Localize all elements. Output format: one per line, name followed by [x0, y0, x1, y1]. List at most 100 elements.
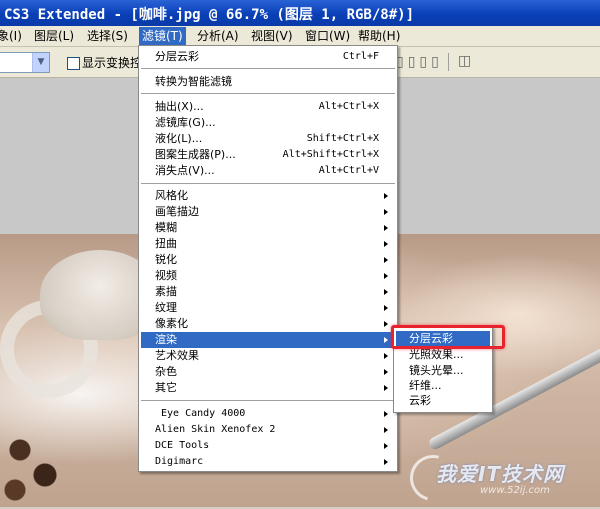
toolbar-divider — [448, 53, 449, 71]
menu-item-artistic[interactable]: 艺术效果 — [141, 348, 395, 364]
menu-item-label: 转换为智能滤镜 — [155, 75, 232, 88]
coffee-beans-shape — [0, 430, 70, 507]
submenu-arrow-icon — [384, 337, 388, 343]
menu-item-label: 杂色 — [155, 365, 177, 378]
menu-item-label: 风格化 — [155, 189, 188, 202]
menu-item-sketch[interactable]: 素描 — [141, 284, 395, 300]
submenu-arrow-icon — [384, 209, 388, 215]
submenu-arrow-icon — [384, 225, 388, 231]
menu-item-convert-smart-filter[interactable]: 转换为智能滤镜 — [141, 74, 395, 90]
menu-item-label: 视频 — [155, 269, 177, 282]
menu-item-label: 纹理 — [155, 301, 177, 314]
menu-item-label: 像素化 — [155, 317, 188, 330]
menu-item-label: 云彩 — [409, 394, 431, 407]
menu-item-filter-gallery[interactable]: 滤镜库(G)... — [141, 115, 395, 131]
align-icons[interactable]: ▯▯▯▯ — [396, 54, 443, 70]
menu-item-label: 光照效果... — [409, 348, 464, 361]
menu-item-liquify[interactable]: 液化(L)... Shift+Ctrl+X — [141, 131, 395, 147]
window-title: CS3 Extended - [咖啡.jpg @ 66.7% (图层 1, RG… — [4, 7, 415, 23]
tool-preset-dropdown[interactable]: ▼ — [0, 52, 50, 73]
submenu-item-fibers[interactable]: 纤维... — [396, 378, 490, 394]
menu-item-shortcut: Alt+Shift+Ctrl+X — [282, 149, 379, 160]
menu-item-shortcut: Alt+Ctrl+X — [318, 101, 379, 112]
menu-item-label: 液化(L)... — [155, 132, 203, 145]
menu-view[interactable]: 视图(V) — [248, 27, 296, 45]
submenu-arrow-icon — [384, 459, 388, 465]
filter-menu: 分层云彩 Ctrl+F 转换为智能滤镜 抽出(X)... Alt+Ctrl+X … — [138, 45, 398, 472]
menu-item-label: Eye Candy 4000 — [161, 408, 246, 419]
submenu-arrow-icon — [384, 369, 388, 375]
menu-item-label: 分层云彩 — [155, 50, 199, 63]
menu-item-stylize[interactable]: 风格化 — [141, 188, 395, 204]
submenu-arrow-icon — [384, 443, 388, 449]
chevron-down-icon[interactable]: ▼ — [32, 53, 49, 72]
menu-window[interactable]: 窗口(W) — [302, 27, 353, 45]
menu-item-brush-strokes[interactable]: 画笔描边 — [141, 204, 395, 220]
menu-item-label: 艺术效果 — [155, 349, 199, 362]
menu-item-extract[interactable]: 抽出(X)... Alt+Ctrl+X — [141, 99, 395, 115]
menu-item-label: 其它 — [155, 381, 177, 394]
menu-bar: 象(I) 图层(L) 选择(S) 滤镜(T) 分析(A) 视图(V) 窗口(W)… — [0, 26, 600, 47]
menu-item-noise[interactable]: 杂色 — [141, 364, 395, 380]
menu-item-video[interactable]: 视频 — [141, 268, 395, 284]
menu-item-label: 消失点(V)... — [155, 164, 215, 177]
menu-analysis[interactable]: 分析(A) — [194, 27, 242, 45]
menu-image[interactable]: 象(I) — [0, 27, 25, 45]
menu-filter[interactable]: 滤镜(T) — [139, 27, 186, 45]
auto-align-icon[interactable]: ◫ — [458, 53, 471, 69]
menu-item-sharpen[interactable]: 锐化 — [141, 252, 395, 268]
menu-item-blur[interactable]: 模糊 — [141, 220, 395, 236]
menu-item-distort[interactable]: 扭曲 — [141, 236, 395, 252]
menu-separator — [141, 68, 395, 69]
menu-item-label: 素描 — [155, 285, 177, 298]
menu-help[interactable]: 帮助(H) — [355, 27, 403, 45]
menu-separator — [141, 183, 395, 184]
submenu-item-clouds[interactable]: 云彩 — [396, 393, 490, 409]
menu-item-xenofex[interactable]: Alien Skin Xenofex 2 — [141, 422, 395, 438]
menu-item-eye-candy[interactable]: Eye Candy 4000 — [141, 406, 395, 422]
menu-item-label: 滤镜库(G)... — [155, 116, 216, 129]
submenu-arrow-icon — [384, 289, 388, 295]
submenu-arrow-icon — [384, 241, 388, 247]
menu-item-texture[interactable]: 纹理 — [141, 300, 395, 316]
menu-item-label: 抽出(X)... — [155, 100, 204, 113]
menu-item-label: DCE Tools — [155, 440, 210, 451]
menu-item-label: 图案生成器(P)... — [155, 148, 236, 161]
menu-item-shortcut: Ctrl+F — [342, 51, 379, 62]
watermark: 我爱IT技术网 www.52ij.com — [401, 446, 600, 509]
submenu-arrow-icon — [384, 353, 388, 359]
menu-item-pattern-maker[interactable]: 图案生成器(P)... Alt+Shift+Ctrl+X — [141, 147, 395, 163]
submenu-arrow-icon — [384, 305, 388, 311]
menu-item-label: 渲染 — [155, 333, 177, 346]
menu-separator — [141, 400, 395, 401]
submenu-arrow-icon — [384, 273, 388, 279]
menu-item-digimarc[interactable]: Digimarc — [141, 454, 395, 470]
submenu-arrow-icon — [384, 321, 388, 327]
menu-item-label: 模糊 — [155, 221, 177, 234]
menu-item-dce-tools[interactable]: DCE Tools — [141, 438, 395, 454]
submenu-arrow-icon — [384, 385, 388, 391]
menu-item-shortcut: Alt+Ctrl+V — [318, 165, 379, 176]
menu-separator — [141, 93, 395, 94]
watermark-url: www.52ij.com — [480, 485, 550, 496]
submenu-item-lens-flare[interactable]: 镜头光晕... — [396, 363, 490, 379]
menu-item-label: 纤维... — [409, 379, 442, 392]
menu-item-vanishing-point[interactable]: 消失点(V)... Alt+Ctrl+V — [141, 163, 395, 179]
menu-item-pixelate[interactable]: 像素化 — [141, 316, 395, 332]
show-transform-checkbox[interactable] — [67, 57, 80, 70]
menu-layer[interactable]: 图层(L) — [31, 27, 77, 45]
submenu-arrow-icon — [384, 193, 388, 199]
menu-item-label: 扭曲 — [155, 237, 177, 250]
menu-item-label: Alien Skin Xenofex 2 — [155, 424, 276, 435]
submenu-arrow-icon — [384, 427, 388, 433]
submenu-arrow-icon — [384, 257, 388, 263]
menu-item-render[interactable]: 渲染 — [141, 332, 395, 348]
menu-item-other[interactable]: 其它 — [141, 380, 395, 396]
show-transform-label: 显示变换控 — [82, 56, 143, 70]
submenu-item-lighting-effects[interactable]: 光照效果... — [396, 347, 490, 363]
menu-item-last-filter[interactable]: 分层云彩 Ctrl+F — [141, 49, 395, 65]
watermark-text: 我爱IT技术网 — [436, 462, 565, 486]
title-bar: CS3 Extended - [咖啡.jpg @ 66.7% (图层 1, RG… — [0, 0, 600, 26]
menu-select[interactable]: 选择(S) — [84, 27, 131, 45]
menu-item-label: 画笔描边 — [155, 205, 199, 218]
